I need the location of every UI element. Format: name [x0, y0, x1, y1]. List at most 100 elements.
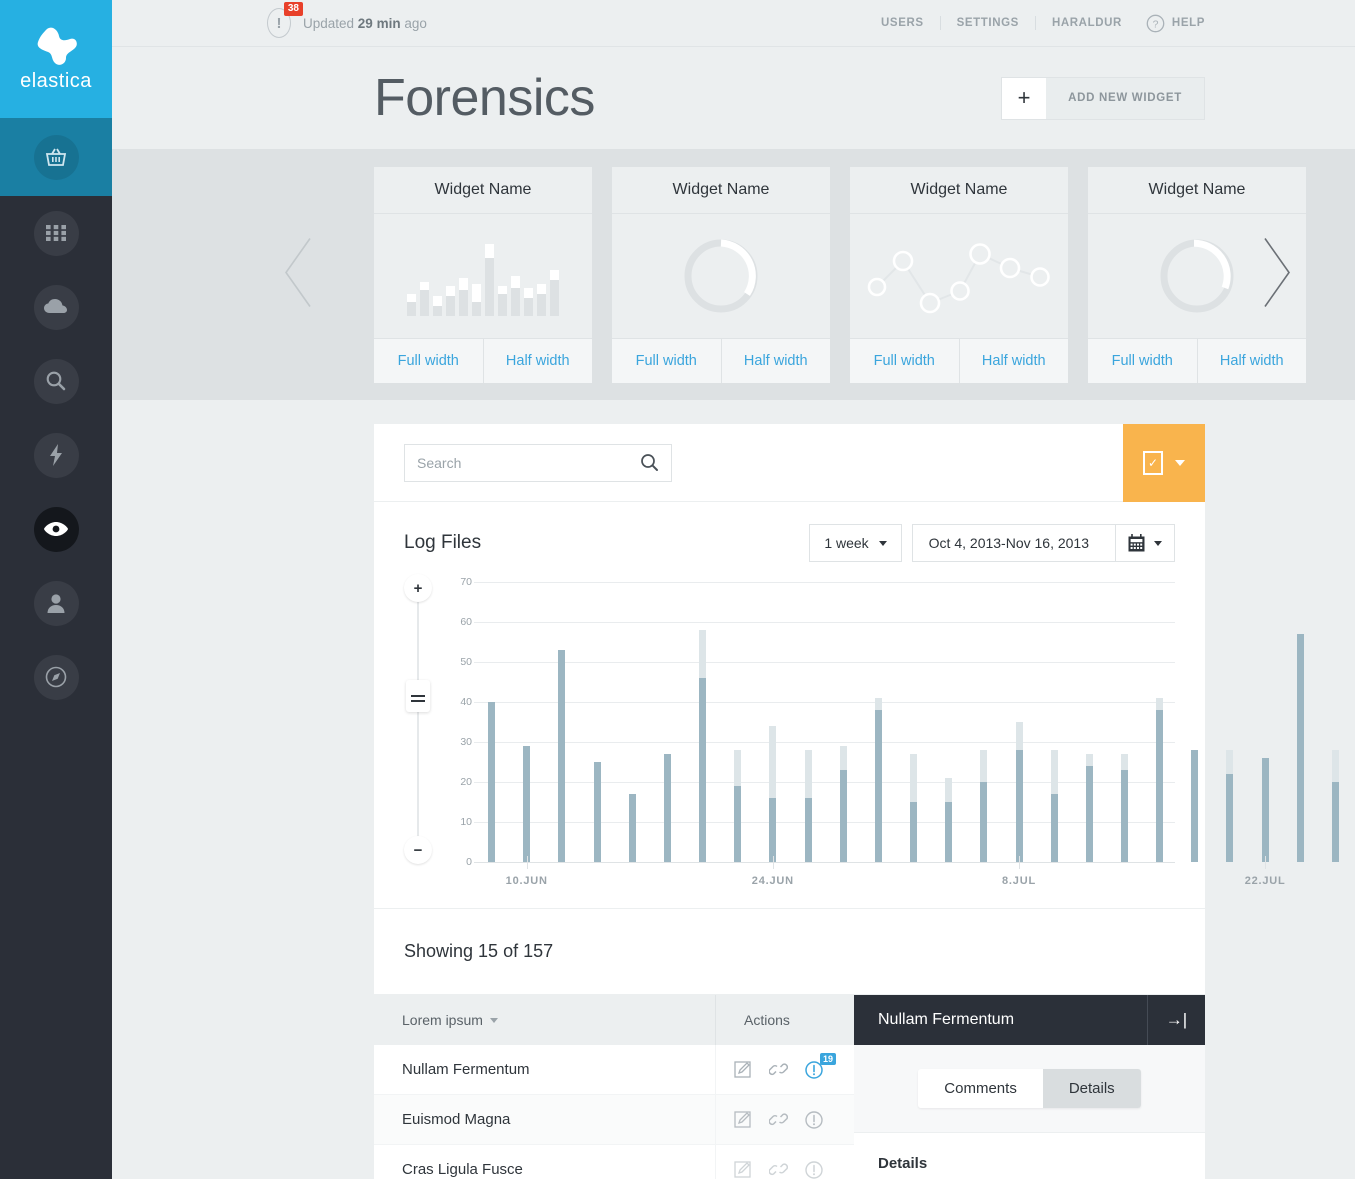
mini-bar-top-segment [420, 281, 429, 290]
mini-bar [498, 285, 507, 316]
chart-bar-base-segment [945, 802, 953, 862]
search-row: ✓ [374, 424, 1205, 502]
widget-card-preview [850, 214, 1068, 338]
carousel-next-button[interactable] [1259, 234, 1295, 315]
widget-card[interactable]: Widget Name Full width Half width [374, 166, 593, 383]
date-range-control[interactable]: Oct 4, 2013-Nov 16, 2013 [911, 524, 1175, 562]
mini-bar [459, 277, 468, 316]
add-new-widget-button[interactable]: + ADD NEW WIDGET [1001, 76, 1205, 120]
chart-bar [769, 726, 777, 862]
edit-icon[interactable] [734, 1160, 753, 1179]
mini-bar [550, 269, 559, 316]
mini-bar-top-segment [498, 285, 507, 294]
zoom-out-button[interactable]: − [404, 836, 432, 864]
chart-controls: 1 week Oct 4, 2013-Nov 16, 2013 [809, 524, 1175, 562]
sidebar: elastica [0, 0, 112, 1179]
table-detail-split: Lorem ipsum Actions Nullam Fermentum 19 … [374, 994, 1205, 1179]
alert-icon[interactable] [804, 1160, 824, 1179]
alert-indicator[interactable]: ! 38 [267, 2, 303, 38]
chart-bar [1120, 754, 1128, 862]
zoom-slider-handle[interactable] [406, 680, 430, 712]
top-nav-settings[interactable]: SETTINGS [941, 16, 1036, 30]
tab-details[interactable]: Details [1042, 1069, 1141, 1108]
search-box[interactable] [404, 443, 672, 482]
half-width-link[interactable]: Half width [720, 338, 831, 383]
edit-icon[interactable] [734, 1060, 753, 1079]
tab-comments[interactable]: Comments [918, 1069, 1043, 1108]
updated-value: 29 min [357, 15, 401, 31]
column-header-lorem-ipsum[interactable]: Lorem ipsum [374, 995, 716, 1045]
widget-card-title: Widget Name [612, 167, 830, 214]
search-icon [33, 358, 79, 404]
updated-suffix: ago [400, 15, 427, 31]
collapse-right-icon[interactable]: →| [1147, 995, 1205, 1045]
zoom-in-button[interactable]: + [404, 574, 432, 602]
full-width-link[interactable]: Full width [612, 339, 721, 383]
sidebar-item-basket[interactable] [0, 118, 112, 196]
mini-bar [407, 293, 416, 316]
checkbox-checked-icon: ✓ [1143, 451, 1163, 475]
chart-bar-base-segment [523, 746, 531, 862]
range-select[interactable]: 1 week [809, 524, 902, 562]
widget-card[interactable]: Widget Name Full width Half width [612, 166, 831, 383]
half-width-link[interactable]: Half width [1196, 338, 1307, 383]
y-axis-tick-label: 70 [460, 576, 472, 588]
chart-bar [1015, 722, 1023, 862]
half-width-link[interactable]: Half width [958, 338, 1069, 383]
full-width-link[interactable]: Full width [850, 339, 959, 383]
zoom-slider-track [417, 596, 419, 842]
donut-chart-icon [684, 239, 758, 312]
calendar-button[interactable] [1115, 525, 1174, 561]
sidebar-item-apps[interactable] [0, 196, 112, 270]
sidebar-item-users[interactable] [0, 566, 112, 640]
top-nav-haraldur[interactable]: HARALDUR [1036, 16, 1132, 30]
table-row[interactable]: Euismod Magna [374, 1095, 854, 1145]
detail-panel-body: Details [854, 1133, 1205, 1179]
sidebar-item-explore[interactable] [0, 640, 112, 714]
updated-text: Updated 29 min ago [303, 16, 427, 31]
brand-name: elastica [20, 69, 92, 92]
chart-bar-base-segment [1085, 766, 1093, 862]
full-width-link[interactable]: Full width [374, 339, 483, 383]
alert-icon[interactable]: 19 [804, 1052, 836, 1080]
chart-bar [1085, 754, 1093, 862]
top-nav-help[interactable]: ? HELP [1132, 14, 1205, 33]
chart-bar-base-segment [628, 794, 636, 862]
sidebar-item-search[interactable] [0, 344, 112, 418]
link-icon[interactable] [769, 1060, 788, 1079]
sidebar-item-forensics[interactable] [0, 492, 112, 566]
search-input[interactable] [417, 454, 640, 471]
sidebar-item-activity[interactable] [0, 418, 112, 492]
brand-logo[interactable]: elastica [0, 0, 112, 118]
elastica-logo-icon [37, 27, 77, 65]
bulk-action-button[interactable]: ✓ [1123, 424, 1205, 502]
link-icon[interactable] [769, 1160, 788, 1179]
table-row[interactable]: Cras Ligula Fusce [374, 1145, 854, 1179]
add-new-widget-label: ADD NEW WIDGET [1068, 92, 1182, 104]
drag-handle-icon [411, 695, 425, 702]
widget-card-title: Widget Name [1088, 167, 1306, 214]
top-nav-users[interactable]: USERS [865, 16, 941, 30]
person-icon [33, 580, 79, 626]
log-files-panel: ✓ Log Files 1 week Oct 4, 2013-Nov 16, 2… [374, 424, 1339, 1179]
sort-down-icon [489, 1017, 498, 1023]
half-width-link[interactable]: Half width [482, 338, 593, 383]
plus-icon: + [1002, 77, 1047, 119]
chart-bar [1296, 634, 1304, 862]
eye-icon [33, 506, 79, 552]
mini-bar [420, 281, 429, 316]
sidebar-item-cloud[interactable] [0, 270, 112, 344]
edit-icon[interactable] [734, 1110, 753, 1129]
alert-icon[interactable] [804, 1110, 824, 1130]
link-icon[interactable] [769, 1110, 788, 1129]
alert-count-badge: 19 [819, 1052, 836, 1065]
chevron-left-icon [285, 237, 311, 307]
y-axis-tick-label: 50 [460, 656, 472, 668]
chart-bar [1156, 698, 1164, 862]
carousel-prev-button[interactable] [280, 234, 316, 315]
widget-card[interactable]: Widget Name Full width Half width [850, 166, 1069, 383]
full-width-link[interactable]: Full width [1088, 339, 1197, 383]
chart-zoom-slider[interactable]: + − [404, 574, 432, 864]
y-axis-tick-label: 30 [460, 736, 472, 748]
table-row[interactable]: Nullam Fermentum 19 [374, 1045, 854, 1095]
